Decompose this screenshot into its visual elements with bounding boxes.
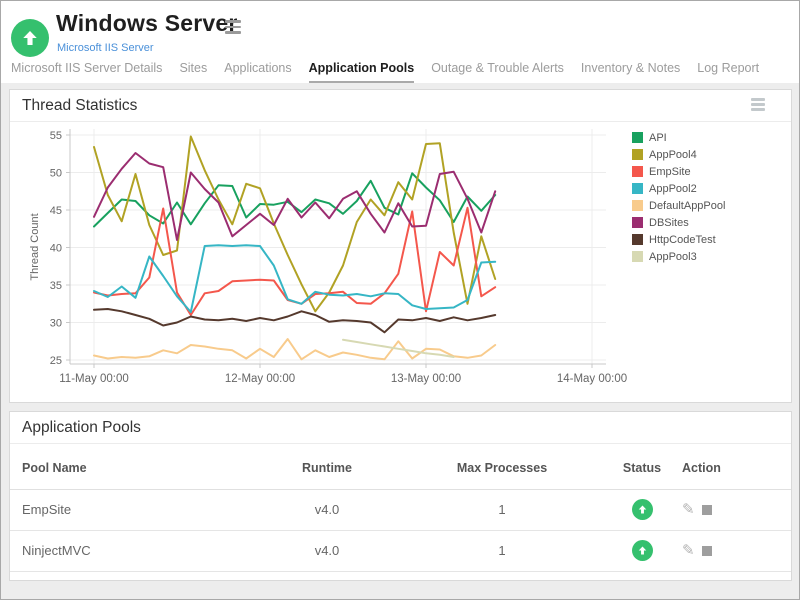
legend-label: AppPool2 bbox=[649, 183, 697, 195]
status-cell bbox=[602, 489, 682, 530]
legend-swatch bbox=[632, 234, 643, 245]
legend-label: DefaultAppPool bbox=[649, 200, 725, 212]
page-header: Windows Server Microsoft IIS Server Micr… bbox=[1, 1, 799, 83]
legend-label: AppPool4 bbox=[649, 149, 697, 161]
legend-swatch bbox=[632, 183, 643, 194]
legend-item-httpcodetest[interactable]: HttpCodeTest bbox=[632, 231, 725, 248]
svg-text:50: 50 bbox=[50, 168, 62, 180]
title-menu-icon[interactable] bbox=[225, 20, 241, 37]
svg-text:12-May 00:00: 12-May 00:00 bbox=[225, 373, 295, 385]
legend-label: DBSites bbox=[649, 217, 689, 229]
legend-item-apppool2[interactable]: AppPool2 bbox=[632, 180, 725, 197]
max-processes-cell: 1 bbox=[402, 489, 602, 530]
edit-pool-icon[interactable]: ✎ bbox=[682, 543, 695, 558]
svg-text:40: 40 bbox=[50, 243, 62, 255]
pool-name-cell: NinjectMVC bbox=[10, 530, 252, 571]
thread-statistics-title: Thread Statistics bbox=[22, 97, 137, 115]
legend-swatch bbox=[632, 132, 643, 143]
svg-text:Thread Count: Thread Count bbox=[29, 213, 41, 280]
app-window: Windows Server Microsoft IIS Server Micr… bbox=[0, 0, 800, 600]
status-up-icon bbox=[632, 540, 653, 561]
table-header-row: Pool Name Runtime Max Processes Status A… bbox=[10, 447, 791, 489]
stop-pool-icon[interactable] bbox=[702, 546, 712, 556]
pool-name-cell: EmpSite bbox=[10, 489, 252, 530]
col-status: Status bbox=[602, 447, 682, 489]
legend-label: EmpSite bbox=[649, 166, 691, 178]
svg-text:14-May 00:00: 14-May 00:00 bbox=[557, 373, 627, 385]
tab-sites[interactable]: Sites bbox=[179, 61, 207, 84]
tab-log-report[interactable]: Log Report bbox=[697, 61, 759, 84]
series-line-httpcodetest bbox=[94, 309, 495, 332]
action-cell: ✎ bbox=[682, 530, 791, 571]
tab-microsoft-iis-server-details[interactable]: Microsoft IIS Server Details bbox=[11, 61, 162, 84]
col-max-processes: Max Processes bbox=[402, 447, 602, 489]
legend-swatch bbox=[632, 251, 643, 262]
legend-item-defaultapppool[interactable]: DefaultAppPool bbox=[632, 197, 725, 214]
legend-label: AppPool3 bbox=[649, 251, 697, 263]
max-processes-cell: 1 bbox=[402, 530, 602, 571]
legend-label: HttpCodeTest bbox=[649, 234, 716, 246]
legend-swatch bbox=[632, 200, 643, 211]
chart-menu-icon[interactable] bbox=[751, 98, 765, 113]
svg-text:13-May 00:00: 13-May 00:00 bbox=[391, 373, 461, 385]
table-row: NinjectMVC v4.0 1 ✎ bbox=[10, 530, 791, 571]
svg-text:11-May 00:00: 11-May 00:00 bbox=[59, 373, 128, 385]
application-pools-title: Application Pools bbox=[22, 419, 141, 437]
status-up-icon bbox=[632, 499, 653, 520]
thread-statistics-panel: Thread Statistics 25 30 35 40 45 50 55 11-May 0… bbox=[9, 89, 792, 403]
series-line-empsite bbox=[94, 208, 495, 315]
page-title: Windows Server bbox=[56, 10, 238, 37]
server-type-link[interactable]: Microsoft IIS Server bbox=[57, 42, 154, 54]
series-line-defaultapppool bbox=[94, 339, 495, 359]
legend-item-apppool3[interactable]: AppPool3 bbox=[632, 248, 725, 265]
tab-applications[interactable]: Applications bbox=[224, 61, 291, 84]
col-action: Action bbox=[682, 447, 791, 489]
tab-application-pools[interactable]: Application Pools bbox=[309, 61, 415, 84]
legend-swatch bbox=[632, 166, 643, 177]
tab-inventory-notes[interactable]: Inventory & Notes bbox=[581, 61, 680, 84]
svg-text:45: 45 bbox=[50, 205, 62, 217]
legend-item-empsite[interactable]: EmpSite bbox=[632, 163, 725, 180]
up-arrow-icon bbox=[22, 30, 38, 46]
tab-outage-trouble-alerts[interactable]: Outage & Trouble Alerts bbox=[431, 61, 564, 84]
legend-label: API bbox=[649, 132, 667, 144]
runtime-cell: v4.0 bbox=[252, 489, 402, 530]
application-pools-panel: Application Pools Pool Name Runtime Max … bbox=[9, 411, 792, 581]
legend-swatch bbox=[632, 149, 643, 160]
svg-text:55: 55 bbox=[50, 130, 62, 142]
server-status-icon bbox=[11, 19, 49, 57]
stop-pool-icon[interactable] bbox=[702, 505, 712, 515]
tab-bar: Microsoft IIS Server Details Sites Applica… bbox=[11, 61, 759, 84]
table-row: EmpSite v4.0 1 ✎ bbox=[10, 489, 791, 530]
svg-text:35: 35 bbox=[50, 280, 62, 292]
series-line-api bbox=[94, 173, 495, 226]
edit-pool-icon[interactable]: ✎ bbox=[682, 502, 695, 517]
col-pool-name: Pool Name bbox=[10, 447, 252, 489]
svg-text:30: 30 bbox=[50, 318, 62, 330]
action-cell: ✎ bbox=[682, 489, 791, 530]
legend-swatch bbox=[632, 217, 643, 228]
application-pools-header: Application Pools bbox=[10, 412, 791, 444]
status-cell bbox=[602, 530, 682, 571]
chart-legend: API AppPool4 EmpSite AppPool2 DefaultAppPool… bbox=[632, 129, 725, 265]
runtime-cell: v4.0 bbox=[252, 530, 402, 571]
legend-item-apppool4[interactable]: AppPool4 bbox=[632, 146, 725, 163]
application-pools-table: Pool Name Runtime Max Processes Status A… bbox=[10, 447, 791, 572]
svg-text:25: 25 bbox=[50, 355, 62, 367]
legend-item-api[interactable]: API bbox=[632, 129, 725, 146]
col-runtime: Runtime bbox=[252, 447, 402, 489]
legend-item-dbsites[interactable]: DBSites bbox=[632, 214, 725, 231]
